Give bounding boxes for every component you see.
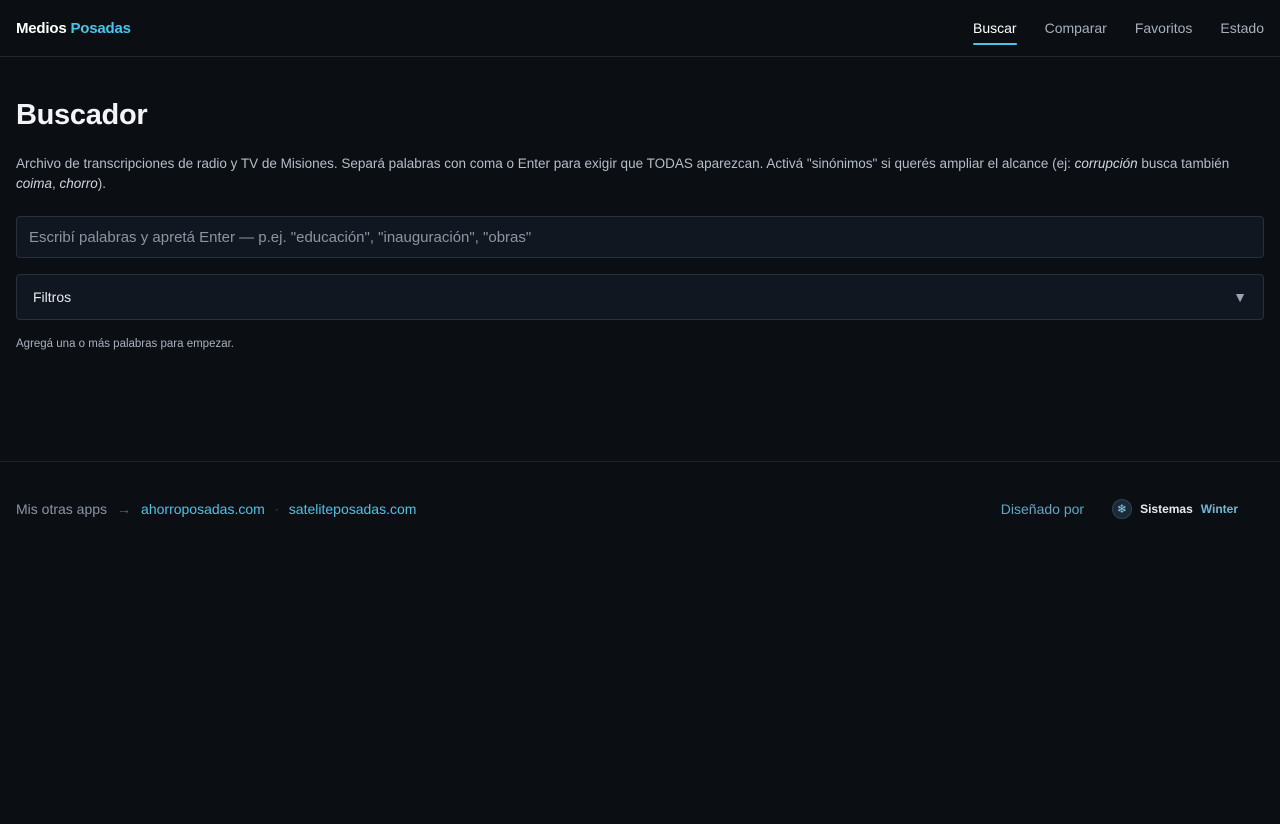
- main-nav: Buscar Comparar Favoritos Estado: [973, 0, 1264, 56]
- description-example-1: corrupción: [1074, 156, 1138, 171]
- empty-state-hint: Agregá una o más palabras para empezar.: [16, 338, 234, 350]
- maker-name-part1: Sistemas: [1140, 501, 1193, 516]
- search-input[interactable]: [29, 228, 1251, 246]
- sistemas-winter-link[interactable]: ❄ Sistemas Winter: [1112, 498, 1238, 519]
- top-navbar: Medios Posadas Buscar Comparar Favoritos…: [0, 0, 1280, 57]
- nav-item-estado[interactable]: Estado: [1220, 0, 1264, 56]
- main-content: Buscador Archivo de transcripciones de r…: [0, 99, 1280, 350]
- nav-item-favoritos[interactable]: Favoritos: [1135, 0, 1193, 56]
- credits: Diseñado por ❄ Sistemas Winter: [1000, 498, 1264, 519]
- description-text-2: busca también: [1137, 156, 1230, 171]
- description-example-2: coima: [16, 176, 53, 191]
- arrow-right-icon: →: [117, 500, 132, 517]
- description-text-3: ,: [52, 176, 60, 191]
- nav-item-comparar[interactable]: Comparar: [1045, 0, 1107, 56]
- other-apps: Mis otras apps → ahorroposadas.com · sat…: [16, 501, 416, 517]
- brand-name-part1: Medios: [16, 19, 67, 37]
- nav-item-buscar[interactable]: Buscar: [973, 0, 1017, 56]
- filters-toggle[interactable]: Filtros ▼: [16, 274, 1264, 320]
- description-text-1: Archivo de transcripciones de radio y TV…: [16, 156, 1075, 171]
- search-box: [16, 216, 1264, 258]
- snowflake-icon: ❄: [1112, 498, 1133, 519]
- designed-by-label: Diseñado por: [1000, 500, 1085, 517]
- filters-label: Filtros: [33, 289, 72, 305]
- separator-dot: ·: [274, 501, 279, 516]
- page-description: Archivo de transcripciones de radio y TV…: [16, 154, 1256, 194]
- description-text-4: ).: [97, 176, 107, 191]
- maker-name-part2: Winter: [1200, 501, 1238, 516]
- link-ahorroposadas[interactable]: ahorroposadas.com: [141, 501, 265, 517]
- other-apps-label: Mis otras apps: [16, 500, 108, 517]
- description-example-3: chorro: [59, 176, 98, 191]
- link-sateliteposadas[interactable]: sateliteposadas.com: [289, 501, 417, 517]
- brand-logo[interactable]: Medios Posadas: [16, 20, 131, 37]
- caret-down-icon: ▼: [1233, 289, 1247, 305]
- page-title: Buscador: [16, 99, 148, 131]
- footer: Mis otras apps → ahorroposadas.com · sat…: [0, 461, 1280, 555]
- brand-name-part2: Posadas: [70, 19, 131, 37]
